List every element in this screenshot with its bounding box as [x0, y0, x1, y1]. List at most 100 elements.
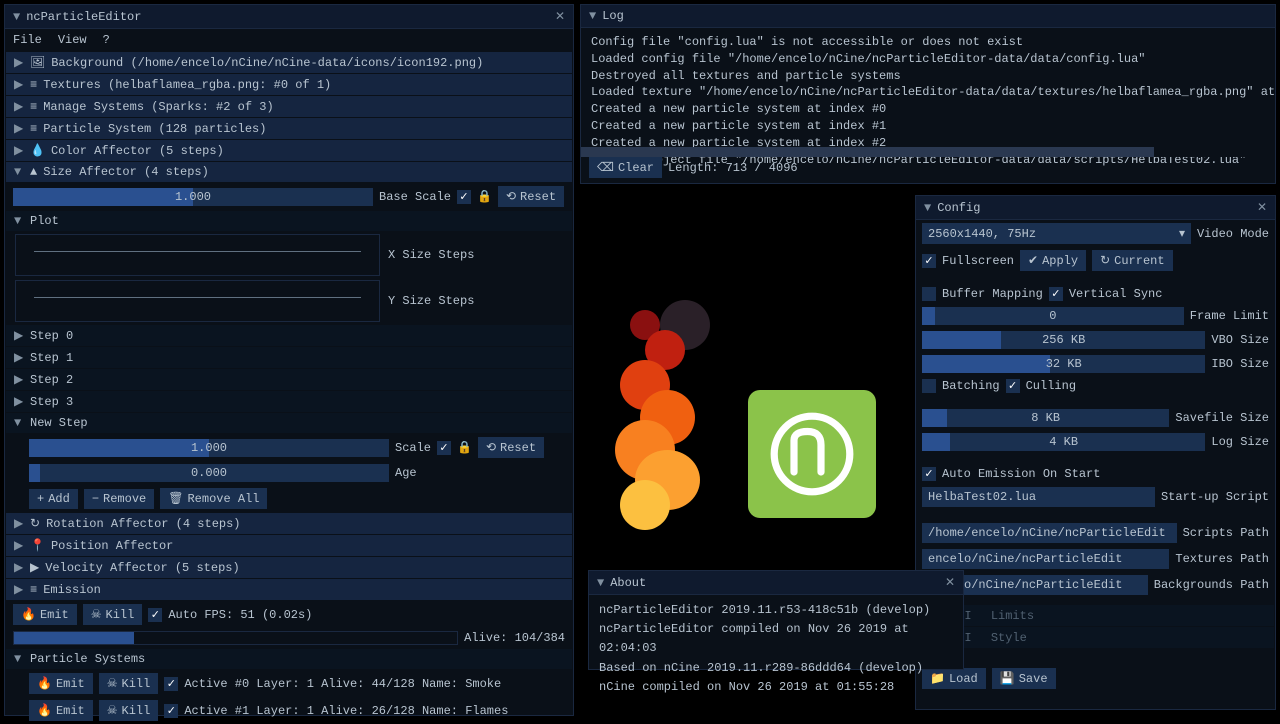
- collapse-icon: ▼: [597, 576, 604, 590]
- ps1-info: Active #1 Layer: 1 Alive: 26/128 Name: F…: [184, 704, 508, 718]
- list-icon: ≡: [30, 100, 37, 114]
- section-step3[interactable]: ▶Step 3: [6, 391, 572, 412]
- log-clear-button[interactable]: ⌫Clear: [589, 157, 662, 178]
- close-icon[interactable]: ✕: [1257, 200, 1267, 215]
- section-color-affector[interactable]: ▶💧Color Affector (5 steps): [6, 140, 572, 161]
- menu-file[interactable]: File: [13, 33, 42, 47]
- section-step1[interactable]: ▶Step 1: [6, 347, 572, 368]
- layers-icon: ≡: [30, 78, 37, 92]
- current-button[interactable]: ↻Current: [1092, 250, 1172, 271]
- fire-icon: 🔥: [37, 703, 52, 718]
- apply-button[interactable]: ✔Apply: [1020, 250, 1086, 271]
- section-manage-systems[interactable]: ▶≡Manage Systems (Sparks: #2 of 3): [6, 96, 572, 117]
- emit-button[interactable]: 🔥Emit: [13, 604, 77, 625]
- y-size-label: Y Size Steps: [388, 294, 474, 308]
- section-gui-limits[interactable]: ▶GUI Limits: [926, 605, 1274, 626]
- log-titlebar[interactable]: ▼ Log: [581, 5, 1275, 28]
- config-titlebar[interactable]: ▼ Config ✕: [916, 196, 1275, 220]
- section-particle-systems[interactable]: ▼Particle Systems: [6, 649, 572, 669]
- menu-view[interactable]: View: [58, 33, 87, 47]
- collapse-icon: ▼: [13, 10, 20, 24]
- framelimit-slider[interactable]: 0: [922, 307, 1184, 325]
- velocity-icon: ▶: [30, 560, 39, 575]
- save-icon: 💾: [1000, 671, 1015, 686]
- autofps-label: Auto FPS: 51 (0.02s): [168, 608, 312, 622]
- remove-all-button[interactable]: 🗑Remove All: [160, 488, 267, 509]
- newstep-age-slider[interactable]: 0.000: [29, 464, 389, 482]
- vsync-checkbox[interactable]: [1049, 287, 1063, 301]
- section-plot[interactable]: ▼Plot: [6, 211, 572, 231]
- section-position-affector[interactable]: ▶📍Position Affector: [6, 535, 572, 556]
- videomode-dropdown[interactable]: 2560x1440, 75Hz▾: [922, 223, 1191, 244]
- culling-checkbox[interactable]: [1006, 379, 1020, 393]
- editor-title: ncParticleEditor: [26, 10, 141, 24]
- alive-text: Alive: 104/384: [464, 631, 565, 645]
- newstep-scale-slider[interactable]: 1.000: [29, 439, 389, 457]
- fullscreen-checkbox[interactable]: [922, 254, 936, 268]
- ps1-active-checkbox[interactable]: [164, 704, 178, 718]
- log-length: Length: 713 / 4096: [668, 161, 798, 175]
- section-textures[interactable]: ▶≡Textures (helbaflamea_rgba.png: #0 of …: [6, 74, 572, 95]
- ps0-active-checkbox[interactable]: [164, 677, 178, 691]
- textures-path-input[interactable]: encelo/nCine/ncParticleEdit: [922, 549, 1169, 569]
- menu-help[interactable]: ?: [103, 33, 110, 47]
- about-titlebar[interactable]: ▼ About ✕: [589, 571, 963, 595]
- section-emission[interactable]: ▶≡Emission: [6, 579, 572, 600]
- system-icon: ≡: [30, 122, 37, 136]
- newstep-lock-checkbox[interactable]: [437, 441, 451, 455]
- rotate-icon: ↻: [30, 516, 40, 531]
- base-scale-label: Base Scale: [379, 190, 451, 204]
- section-particle-system[interactable]: ▶≡Particle System (128 particles): [6, 118, 572, 139]
- skull-icon: ☠: [107, 676, 118, 691]
- particle-preview: [590, 280, 760, 530]
- ps0-emit-button[interactable]: 🔥Emit: [29, 673, 93, 694]
- editor-titlebar[interactable]: ▼ ncParticleEditor ✕: [5, 5, 573, 29]
- section-gui-style[interactable]: ▶GUI Style: [926, 627, 1274, 648]
- scripts-path-input[interactable]: /home/encelo/nCine/ncParticleEdit: [922, 523, 1177, 543]
- startup-script-input[interactable]: HelbaTest02.lua: [922, 487, 1155, 507]
- fire-icon: 🔥: [37, 676, 52, 691]
- newstep-reset-button[interactable]: ⟲Reset: [478, 437, 544, 458]
- batching-checkbox[interactable]: [922, 379, 936, 393]
- vbo-slider[interactable]: 256 KB: [922, 331, 1205, 349]
- collapse-icon: ▼: [589, 9, 596, 23]
- ps1-emit-button[interactable]: 🔥Emit: [29, 700, 93, 721]
- base-scale-slider[interactable]: 1.000: [13, 188, 373, 206]
- base-scale-reset-button[interactable]: ⟲Reset: [498, 186, 564, 207]
- ps1-kill-button[interactable]: ☠Kill: [99, 700, 159, 721]
- x-size-label: X Size Steps: [388, 248, 474, 262]
- config-panel: ▼ Config ✕ 2560x1440, 75Hz▾ Video Mode F…: [915, 195, 1276, 710]
- autofps-checkbox[interactable]: [148, 608, 162, 622]
- section-background[interactable]: ▶🖼Background (/home/encelo/nCine/nCine-d…: [6, 52, 572, 73]
- drop-icon: 💧: [30, 143, 45, 158]
- close-icon[interactable]: ✕: [945, 575, 955, 590]
- plus-icon: +: [37, 492, 44, 506]
- trash-icon: 🗑: [168, 491, 183, 506]
- skull-icon: ☠: [91, 607, 102, 622]
- section-velocity-affector[interactable]: ▶▶Velocity Affector (5 steps): [6, 557, 572, 578]
- kill-button[interactable]: ☠Kill: [83, 604, 143, 625]
- base-scale-lock-checkbox[interactable]: [457, 190, 471, 204]
- pin-icon: 📍: [30, 538, 45, 553]
- config-save-button[interactable]: 💾Save: [992, 668, 1056, 689]
- section-size-affector[interactable]: ▼▲Size Affector (4 steps): [6, 162, 572, 182]
- config-title: Config: [937, 201, 980, 215]
- add-step-button[interactable]: +Add: [29, 489, 78, 509]
- ibo-slider[interactable]: 32 KB: [922, 355, 1205, 373]
- skull-icon: ☠: [107, 703, 118, 718]
- emission-icon: ≡: [30, 583, 37, 597]
- remove-step-button[interactable]: −Remove: [84, 489, 154, 509]
- undo-icon: ⟲: [506, 189, 516, 204]
- section-step2[interactable]: ▶Step 2: [6, 369, 572, 390]
- autoemit-checkbox[interactable]: [922, 467, 936, 481]
- section-newstep[interactable]: ▼New Step: [6, 413, 572, 433]
- logsize-slider[interactable]: 4 KB: [922, 433, 1205, 451]
- close-icon[interactable]: ✕: [555, 9, 565, 24]
- section-step0[interactable]: ▶Step 0: [6, 325, 572, 346]
- minus-icon: −: [92, 492, 99, 506]
- buffermap-checkbox[interactable]: [922, 287, 936, 301]
- section-rotation-affector[interactable]: ▶↻Rotation Affector (4 steps): [6, 513, 572, 534]
- ps0-kill-button[interactable]: ☠Kill: [99, 673, 159, 694]
- fire-icon: 🔥: [21, 607, 36, 622]
- savefile-slider[interactable]: 8 KB: [922, 409, 1169, 427]
